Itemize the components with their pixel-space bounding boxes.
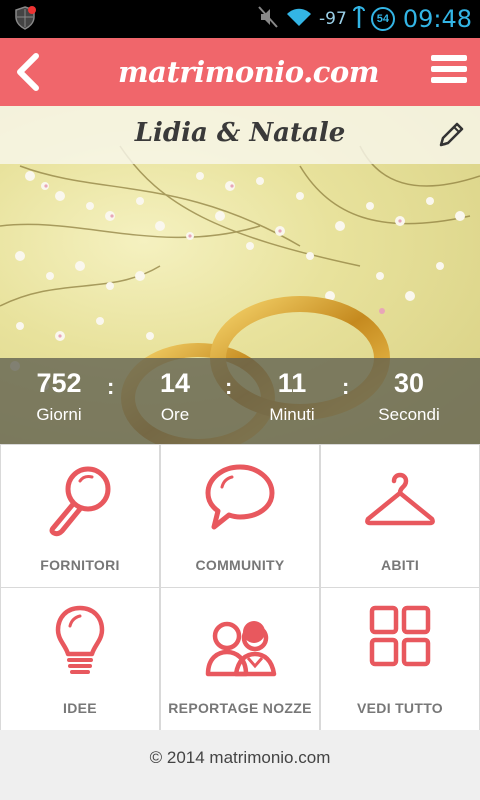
app-header: matrimonio.com	[0, 38, 480, 106]
couple-name: Lidia & Natale	[134, 118, 346, 148]
countdown-hours: 14 Ore	[120, 368, 230, 425]
tile-label: ABITI	[380, 557, 420, 573]
countdown-days: 752 Giorni	[4, 368, 114, 425]
wifi-icon	[285, 6, 313, 33]
tile-reportage-nozze[interactable]: REPORTAGE NOZZE	[161, 588, 319, 730]
countdown-label: Secondi	[378, 405, 440, 424]
countdown-label: Giorni	[36, 405, 82, 424]
countdown-value: 30	[393, 368, 425, 398]
hanger-icon	[365, 472, 435, 526]
shield-notification-icon	[14, 6, 36, 35]
hamburger-menu-icon	[431, 55, 467, 83]
mute-icon	[257, 5, 279, 34]
tile-label: COMMUNITY	[195, 557, 285, 573]
countdown-minutes: 11 Minuti	[237, 368, 347, 425]
feature-grid: FORNITORI COMMUNITY ABITI IDEE REPORTAGE…	[0, 444, 480, 730]
countdown-seconds: 30 Secondi	[354, 368, 464, 425]
tile-fornitori[interactable]: FORNITORI	[1, 445, 159, 587]
logo-text: matrimonio.com	[118, 55, 379, 89]
tile-abiti[interactable]: ABITI	[321, 445, 479, 587]
pencil-icon	[439, 122, 464, 147]
signal-icon	[352, 4, 365, 35]
speech-bubble-icon	[205, 464, 275, 530]
countdown-separator: :	[342, 374, 350, 399]
logo: matrimonio.com	[118, 46, 379, 98]
hero-banner: Lidia & Natale 752 Giorni : 14 Ore : 11 …	[0, 106, 480, 444]
magnifier-icon	[49, 466, 111, 537]
tile-label: VEDI TUTTO	[357, 700, 443, 716]
copyright-text: © 2014 matrimonio.com	[149, 748, 331, 767]
lightbulb-icon	[55, 605, 105, 674]
footer: © 2014 matrimonio.com	[0, 730, 480, 800]
edit-button[interactable]	[436, 120, 466, 150]
back-button[interactable]	[10, 48, 50, 96]
countdown-separator: :	[225, 374, 233, 399]
countdown-label: Ore	[160, 405, 190, 424]
couple-icon	[205, 621, 277, 677]
status-clock: 09:48	[402, 5, 472, 33]
notification-badge: 54	[370, 7, 395, 31]
grid-icon	[369, 605, 431, 667]
menu-button[interactable]	[430, 52, 468, 86]
countdown-value: 11	[277, 368, 307, 398]
couple-bar: Lidia & Natale	[0, 106, 480, 164]
tile-vedi-tutto[interactable]: VEDI TUTTO	[321, 588, 479, 730]
chevron-left-icon	[17, 53, 39, 91]
countdown-separator: :	[107, 374, 115, 399]
signal-strength-text: -97	[319, 9, 347, 29]
tile-community[interactable]: COMMUNITY	[161, 445, 319, 587]
countdown-value: 752	[36, 368, 82, 398]
countdown: 752 Giorni : 14 Ore : 11 Minuti : 30 Sec…	[0, 358, 480, 444]
tile-label: REPORTAGE NOZZE	[168, 700, 312, 716]
status-bar: -97 54 09:48	[0, 0, 480, 38]
tile-label: FORNITORI	[40, 557, 120, 573]
tile-idee[interactable]: IDEE	[1, 588, 159, 730]
countdown-label: Minuti	[269, 405, 315, 424]
tile-label: IDEE	[63, 700, 97, 716]
countdown-value: 14	[159, 368, 191, 398]
